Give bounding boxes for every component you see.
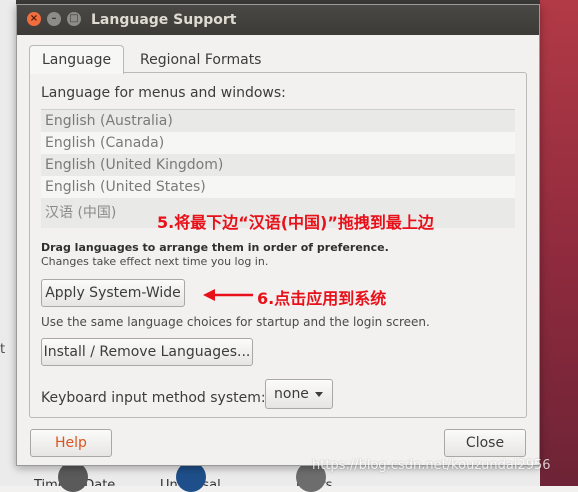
- tab-regional-formats[interactable]: Regional Formats: [127, 45, 274, 73]
- language-item-english-uk[interactable]: English (United Kingdom): [41, 154, 515, 176]
- dropdown-caret-icon: [315, 392, 323, 397]
- background-text-fragment: t: [0, 342, 6, 357]
- restart-note: Changes take effect next time you log in…: [41, 255, 269, 268]
- keyboard-input-label: Keyboard input method system:: [41, 390, 266, 406]
- window-close-icon[interactable]: ×: [27, 12, 41, 26]
- drag-instruction: Drag languages to arrange them in order …: [41, 241, 389, 254]
- window-maximize-icon[interactable]: □: [67, 12, 81, 26]
- keyboard-input-select[interactable]: none: [265, 379, 333, 409]
- language-support-window: × – □ Language Support Language Regional…: [16, 4, 540, 466]
- universal-access-icon: [176, 462, 206, 492]
- language-item-english-us[interactable]: English (United States): [41, 176, 515, 198]
- install-remove-languages-button[interactable]: Install / Remove Languages...: [41, 338, 253, 366]
- annotation-step-5: 5.将最下边“汉语(中国)”拖拽到最上边: [157, 213, 434, 232]
- window-title: Language Support: [91, 12, 237, 28]
- desktop-wallpaper: [540, 0, 578, 486]
- language-item-english-canada[interactable]: English (Canada): [41, 132, 515, 154]
- language-item-english-australia[interactable]: English (Australia): [41, 110, 515, 132]
- watermark: https://blog.csdn.net/kouzundai2956: [312, 458, 551, 473]
- tab-language[interactable]: Language: [29, 45, 125, 74]
- close-button[interactable]: Close: [444, 429, 526, 457]
- language-list-heading: Language for menus and windows:: [41, 85, 286, 101]
- time-date-icon: [58, 462, 88, 492]
- help-button[interactable]: Help: [30, 429, 112, 457]
- apply-description: Use the same language choices for startu…: [41, 315, 430, 329]
- title-bar: × – □ Language Support: [17, 5, 539, 35]
- annotation-arrow-icon: [203, 289, 253, 301]
- keyboard-input-value: none: [274, 386, 309, 402]
- annotation-step-6: 6.点击应用到系统: [257, 289, 387, 308]
- window-minimize-icon[interactable]: –: [47, 12, 61, 26]
- apply-system-wide-button[interactable]: Apply System-Wide: [41, 279, 185, 307]
- background-settings-window: [0, 0, 16, 486]
